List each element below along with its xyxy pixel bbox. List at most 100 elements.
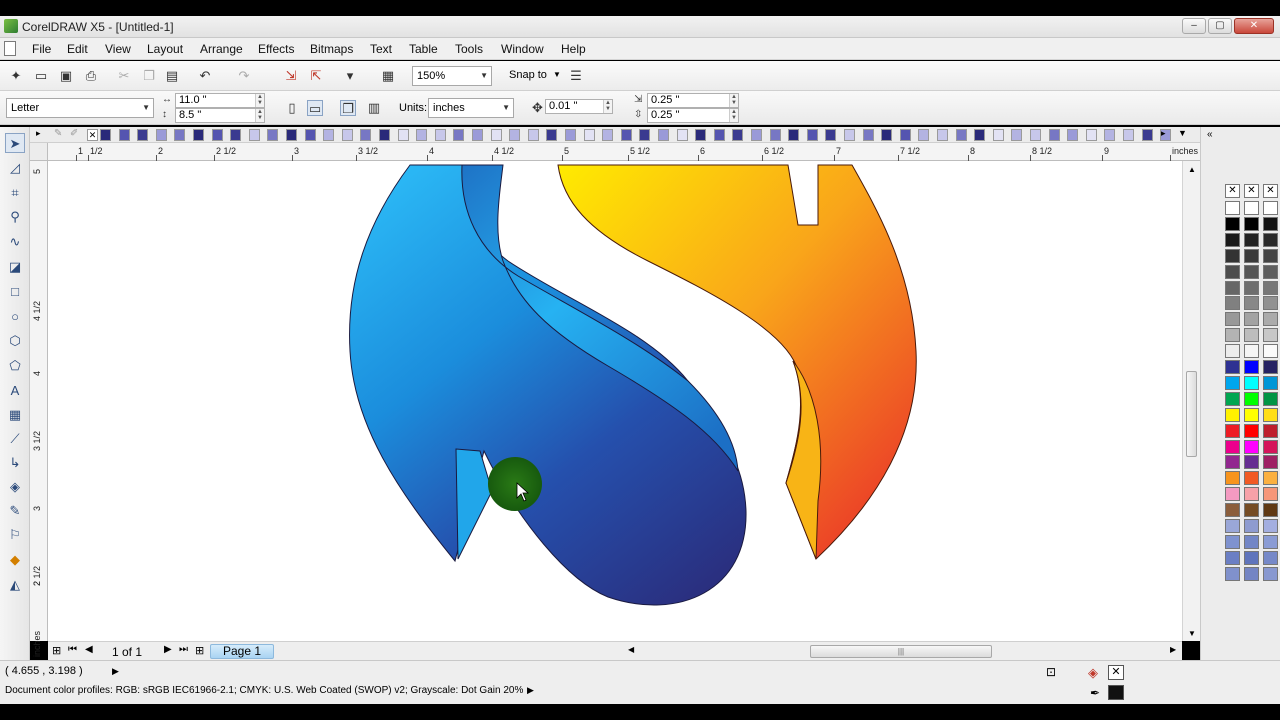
scroll-up-icon[interactable]: ▲ <box>1188 165 1196 174</box>
document-color-swatch[interactable] <box>248 129 260 141</box>
palette-color-swatch[interactable] <box>1263 201 1278 215</box>
document-color-swatch[interactable] <box>360 129 372 141</box>
document-color-swatch[interactable] <box>323 129 335 141</box>
tab-page-1[interactable]: Page 1 <box>210 644 274 659</box>
document-color-swatch[interactable] <box>397 129 409 141</box>
document-color-swatch[interactable] <box>713 129 725 141</box>
document-color-swatch[interactable] <box>918 129 930 141</box>
outline-color-swatch[interactable] <box>1108 685 1124 700</box>
rectangle-tool-icon[interactable]: □ <box>5 282 25 302</box>
palette-color-swatch[interactable] <box>1244 519 1259 533</box>
palette-color-swatch[interactable] <box>1263 360 1278 374</box>
document-color-swatch[interactable] <box>955 129 967 141</box>
palette-color-swatch[interactable] <box>1244 407 1259 422</box>
add-page-after-icon[interactable]: ⊞ <box>195 644 204 657</box>
duplicate-x-field[interactable]: 0.25 " ▲ ▼ <box>647 93 739 108</box>
application-launcher-icon[interactable]: ▾ <box>342 68 358 84</box>
cut-icon[interactable]: ✂ <box>116 68 132 84</box>
menu-help[interactable]: Help <box>561 42 586 56</box>
no-color-swatch[interactable]: ✕ <box>1263 184 1278 198</box>
document-color-swatch[interactable] <box>862 129 874 141</box>
menu-table[interactable]: Table <box>409 42 438 56</box>
palette-color-swatch[interactable] <box>1225 407 1240 422</box>
new-icon[interactable]: ✦ <box>8 68 24 84</box>
no-color-swatch[interactable]: ✕ <box>1225 184 1240 198</box>
document-color-swatch[interactable] <box>1048 129 1060 141</box>
menu-edit[interactable]: Edit <box>67 42 88 56</box>
minimize-button[interactable]: – <box>1182 18 1206 34</box>
document-color-swatch[interactable] <box>472 129 483 141</box>
last-page-icon[interactable]: ⏭ <box>179 644 188 655</box>
palette-color-swatch[interactable] <box>1244 360 1259 374</box>
crop-tool-icon[interactable]: ⌗ <box>5 183 25 203</box>
paste-icon[interactable]: ▤ <box>164 68 180 84</box>
document-color-swatch[interactable] <box>806 129 818 141</box>
horizontal-scroll-thumb[interactable]: ||| <box>810 645 992 658</box>
open-icon[interactable]: ▭ <box>33 68 49 84</box>
palette-color-swatch[interactable] <box>1244 534 1259 549</box>
palette-color-swatch[interactable] <box>1263 423 1278 438</box>
document-color-swatch[interactable] <box>1141 129 1153 141</box>
zoom-level-combo[interactable]: 150% ▼ <box>412 66 492 86</box>
palette-color-swatch[interactable] <box>1225 471 1240 486</box>
document-color-swatch[interactable] <box>416 129 428 141</box>
palette-color-swatch[interactable] <box>1263 550 1278 565</box>
palette-color-swatch[interactable] <box>1244 423 1259 438</box>
menu-layout[interactable]: Layout <box>147 42 183 56</box>
palette-color-swatch[interactable] <box>1244 375 1259 390</box>
palette-color-swatch[interactable] <box>1263 391 1278 406</box>
palette-color-swatch[interactable] <box>1263 296 1278 311</box>
menu-text[interactable]: Text <box>370 42 392 56</box>
document-color-swatch[interactable] <box>434 129 446 141</box>
palette-color-swatch[interactable] <box>1225 264 1240 279</box>
palette-color-swatch[interactable] <box>1225 375 1240 390</box>
menu-file[interactable]: File <box>32 42 51 56</box>
add-page-before-icon[interactable]: ⊞ <box>52 644 61 657</box>
close-button[interactable]: ✕ <box>1234 18 1274 34</box>
maximize-button[interactable]: ▢ <box>1208 18 1232 34</box>
document-color-swatch[interactable] <box>509 129 521 141</box>
document-color-swatch[interactable] <box>1011 129 1023 141</box>
palette-color-swatch[interactable] <box>1244 344 1259 359</box>
document-color-swatch[interactable] <box>286 129 297 141</box>
palette-color-swatch[interactable] <box>1263 248 1278 263</box>
extrude-tool-icon[interactable]: ◈ <box>5 477 25 497</box>
vertical-scroll-thumb[interactable] <box>1186 371 1197 457</box>
document-color-swatch[interactable] <box>620 129 632 141</box>
spin-arrows-icon[interactable]: ▲ ▼ <box>603 100 612 113</box>
no-color-swatch[interactable]: ✕ <box>87 129 98 141</box>
first-page-icon[interactable]: ⏮ <box>68 644 77 655</box>
outline-indicator-icon[interactable]: ✒ <box>1090 686 1100 700</box>
scroll-right-icon[interactable]: ▶ <box>1170 645 1176 654</box>
polygon-tool-icon[interactable]: ⬡ <box>5 331 25 351</box>
pin-icon[interactable]: ✐ <box>70 128 78 139</box>
fill-indicator-icon[interactable]: ◈ <box>1088 665 1098 681</box>
palette-color-swatch[interactable] <box>1244 439 1259 454</box>
palette-color-swatch[interactable] <box>1263 519 1278 533</box>
document-color-swatch[interactable] <box>695 129 707 141</box>
palette-color-swatch[interactable] <box>1225 296 1240 311</box>
palette-color-swatch[interactable] <box>1244 503 1259 518</box>
basic-shapes-tool-icon[interactable]: ⬠ <box>5 356 25 376</box>
portrait-icon[interactable]: ▯ <box>284 100 300 116</box>
palette-color-swatch[interactable] <box>1244 280 1259 295</box>
no-color-swatch[interactable]: ✕ <box>1244 184 1259 198</box>
document-color-swatch[interactable] <box>118 129 130 141</box>
document-color-swatch[interactable] <box>1067 129 1079 141</box>
document-color-swatch[interactable] <box>602 129 614 141</box>
palette-color-swatch[interactable] <box>1263 216 1278 231</box>
document-color-swatch[interactable] <box>788 129 800 141</box>
fill-none-swatch[interactable]: ✕ <box>1108 665 1124 680</box>
zoom-tool-icon[interactable]: ⚲ <box>5 207 25 227</box>
interactive-fill-tool-icon[interactable]: ◭ <box>5 575 25 595</box>
document-color-swatch[interactable] <box>844 129 855 141</box>
document-color-swatch[interactable] <box>267 129 279 141</box>
palette-color-swatch[interactable] <box>1225 280 1240 295</box>
paper-type-combo[interactable]: Letter ▼ <box>6 98 154 118</box>
palette-color-swatch[interactable] <box>1225 455 1240 470</box>
palette-color-swatch[interactable] <box>1263 328 1278 343</box>
spin-arrows-icon[interactable]: ▲ ▼ <box>729 109 738 122</box>
table-tool-icon[interactable]: ▦ <box>5 405 25 425</box>
palette-color-swatch[interactable] <box>1263 264 1278 279</box>
palette-color-swatch[interactable] <box>1244 201 1259 215</box>
